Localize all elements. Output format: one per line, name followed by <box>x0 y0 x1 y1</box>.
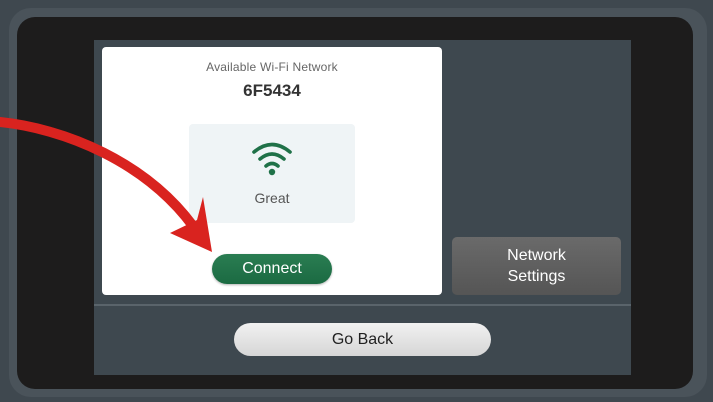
footer-divider <box>94 304 631 306</box>
wifi-network-card: Available Wi-Fi Network 6F5434 Great Con… <box>102 47 442 295</box>
touch-screen: Available Wi-Fi Network 6F5434 Great Con… <box>94 40 631 375</box>
wifi-icon <box>252 142 292 176</box>
go-back-button[interactable]: Go Back <box>234 323 491 356</box>
network-settings-button[interactable]: Network Settings <box>452 237 621 295</box>
connect-button[interactable]: Connect <box>212 254 332 284</box>
signal-quality-label: Great <box>254 190 290 206</box>
network-ssid: 6F5434 <box>243 81 301 100</box>
signal-strength-panel: Great <box>189 124 355 223</box>
network-settings-label-line1: Network <box>507 247 566 264</box>
network-settings-label-line2: Settings <box>507 268 566 285</box>
card-title: Available Wi-Fi Network <box>206 60 338 74</box>
